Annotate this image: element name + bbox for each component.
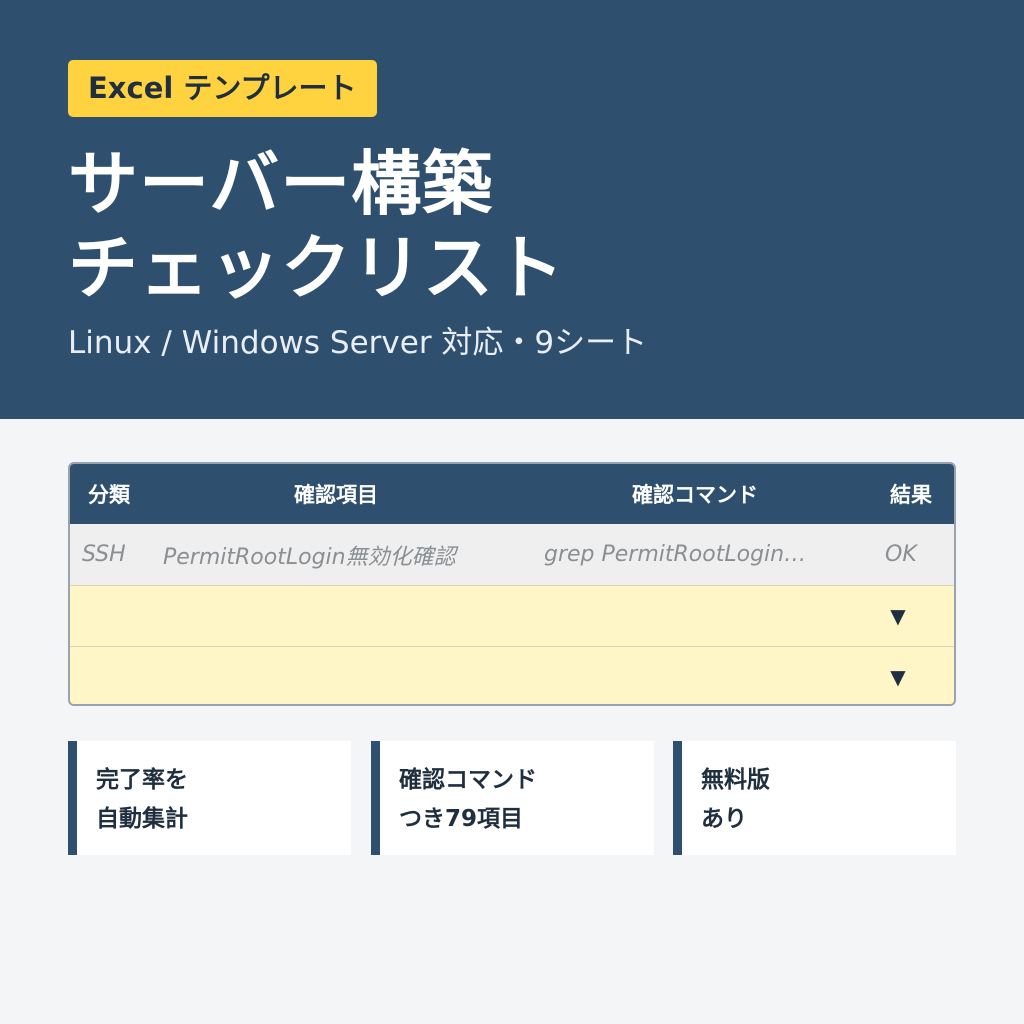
table-row-example: SSH PermitRootLogin無効化確認 grep PermitRoot…: [70, 524, 954, 585]
title-line-2: チェックリスト: [68, 227, 565, 309]
feature-line: 確認コマンド: [399, 767, 537, 793]
result-dropdown-icon[interactable]: ▼: [886, 586, 910, 646]
table-row-input[interactable]: ▼: [70, 646, 954, 704]
column-header-result: 結果: [890, 483, 932, 507]
table-header: 分類 確認項目 確認コマンド 結果: [70, 464, 954, 524]
example-item: PermitRootLogin無効化確認: [163, 544, 456, 570]
checklist-table: 分類 確認項目 確認コマンド 結果 SSH PermitRootLogin無効化…: [68, 462, 956, 706]
subtitle: Linux / Windows Server 対応・9シート: [68, 325, 648, 361]
title-line-1: サーバー構築: [68, 143, 494, 225]
result-dropdown-icon[interactable]: ▼: [886, 647, 910, 704]
feature-line: つき79項目: [399, 806, 524, 832]
example-category: SSH: [82, 542, 126, 567]
hero-banner: Excel テンプレート サーバー構築 チェックリスト Linux / Wind…: [0, 0, 1024, 419]
template-badge: Excel テンプレート: [68, 60, 377, 117]
column-header-command: 確認コマンド: [632, 483, 758, 507]
feature-line: 無料版: [701, 767, 770, 793]
feature-cards: 完了率を 自動集計 確認コマンド つき79項目 無料版 あり: [68, 741, 956, 855]
feature-line: あり: [701, 806, 747, 832]
feature-line: 完了率を: [96, 767, 188, 793]
table-row-input[interactable]: ▼: [70, 585, 954, 646]
feature-card-commands: 確認コマンド つき79項目: [371, 741, 654, 855]
column-header-category: 分類: [88, 483, 130, 507]
example-command: grep PermitRootLogin…: [544, 542, 807, 567]
column-header-item: 確認項目: [294, 483, 378, 507]
feature-card-auto-summary: 完了率を 自動集計: [68, 741, 351, 855]
page-title: サーバー構築 チェックリスト: [68, 142, 948, 310]
example-result: OK: [885, 542, 917, 567]
feature-card-free-version: 無料版 あり: [673, 741, 956, 855]
feature-line: 自動集計: [96, 806, 188, 832]
